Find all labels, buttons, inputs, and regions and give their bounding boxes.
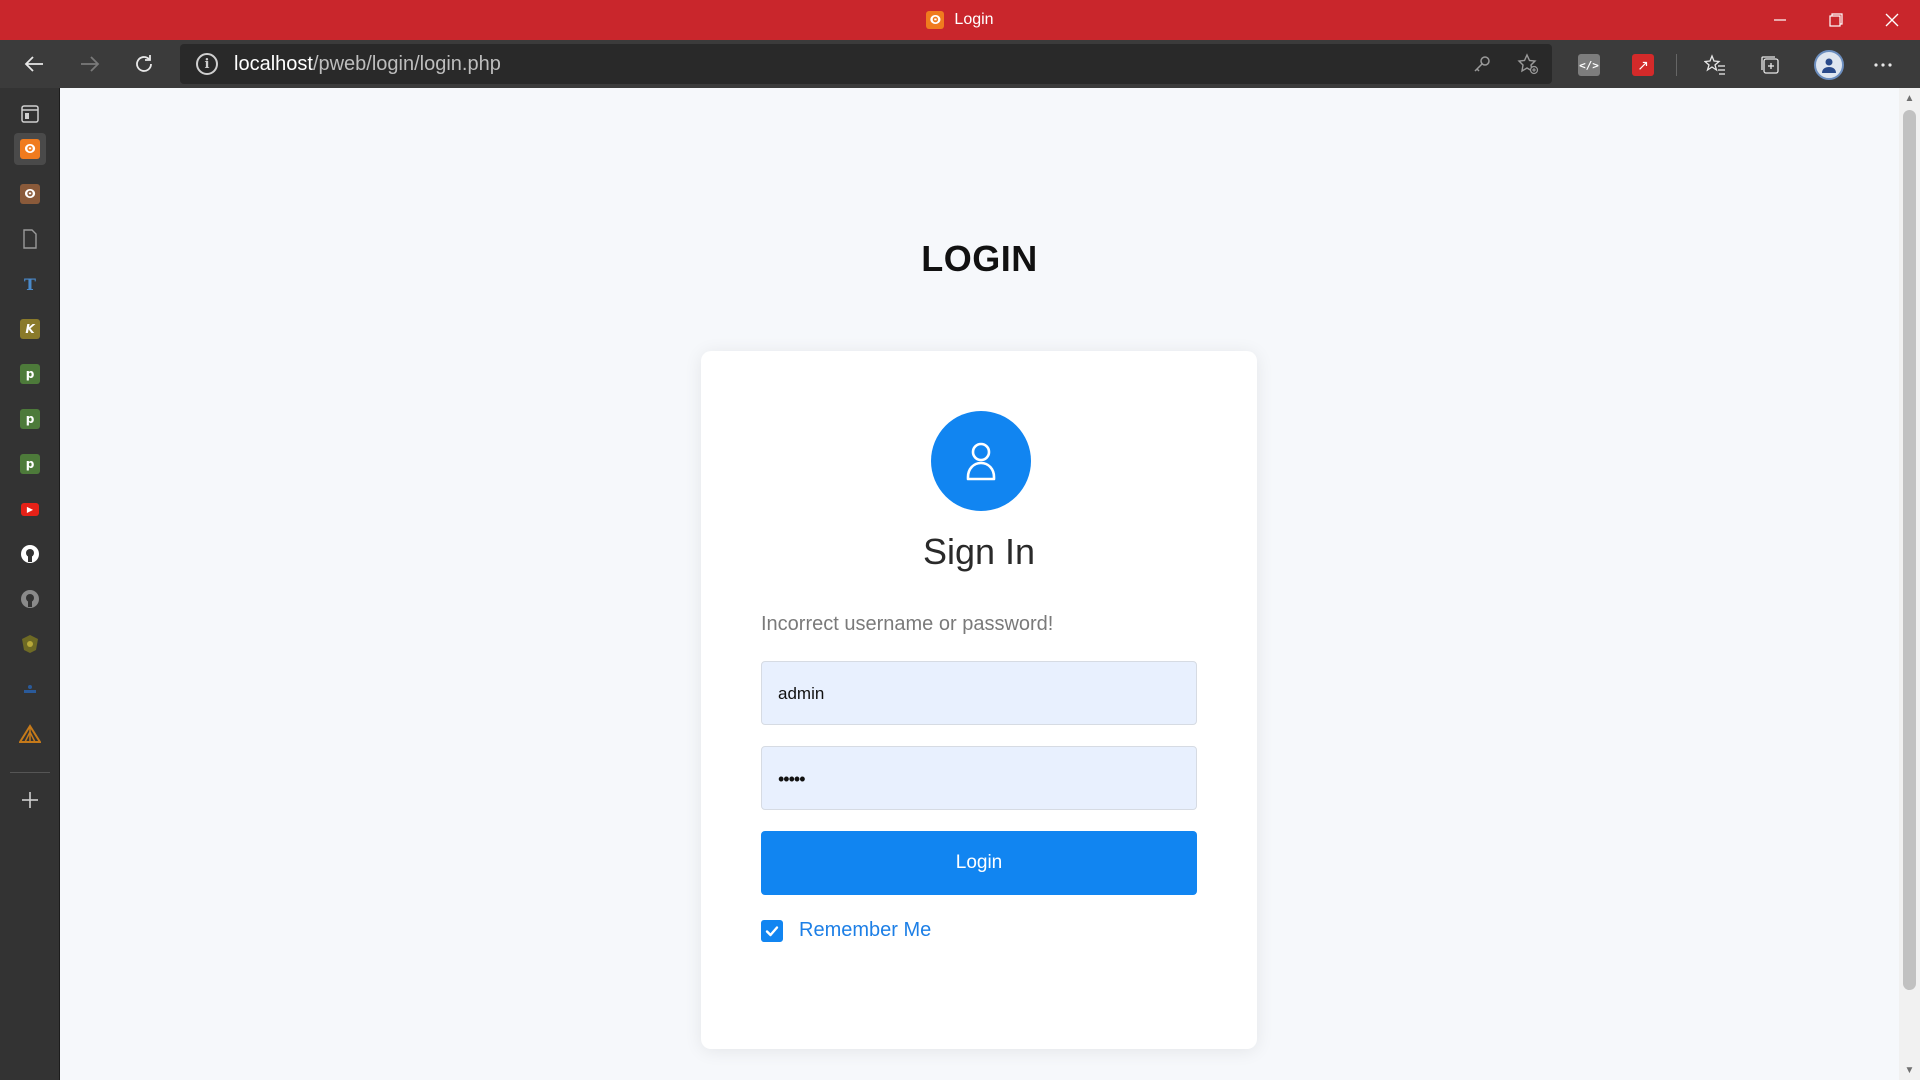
- xampp-icon: ⵙ: [20, 139, 40, 159]
- scrollbar-thumb[interactable]: [1903, 110, 1916, 990]
- sidebar-tab-tent[interactable]: [14, 718, 46, 750]
- red-arrow-extension-icon[interactable]: ↗: [1632, 54, 1654, 76]
- minimize-icon: [1774, 19, 1786, 21]
- window-title: Login: [954, 11, 994, 28]
- minimize-button[interactable]: [1752, 0, 1808, 40]
- reload-button[interactable]: [126, 46, 162, 82]
- password-input[interactable]: •••••: [761, 746, 1197, 810]
- key-icon[interactable]: [1470, 52, 1494, 76]
- url-text[interactable]: localhost/pweb/login/login.php: [234, 53, 501, 76]
- error-message: Incorrect username or password!: [761, 613, 1054, 635]
- remember-me-checkbox[interactable]: [761, 919, 783, 942]
- devtools-extension-icon[interactable]: </>: [1578, 54, 1600, 76]
- tent-icon: [19, 724, 41, 743]
- checkmark-icon: [765, 925, 779, 936]
- green-site-icon: p: [20, 409, 40, 429]
- scroll-down-arrow-icon[interactable]: ▼: [1899, 1062, 1920, 1078]
- youtube-icon: ▶: [21, 502, 39, 516]
- sidebar-tab-shield[interactable]: [14, 628, 46, 660]
- login-button[interactable]: Login: [761, 831, 1197, 895]
- restore-icon: [1829, 13, 1843, 27]
- t-site-icon: T: [24, 274, 36, 294]
- new-tab-button[interactable]: [14, 784, 46, 816]
- sidebar-tab-xampp[interactable]: ⵙ: [14, 178, 46, 210]
- page-scrollbar[interactable]: ▲ ▼: [1899, 88, 1920, 1080]
- blue-site-icon: [24, 685, 36, 693]
- sidebar-tab-github[interactable]: [14, 538, 46, 570]
- login-card: Sign In Incorrect username or password! …: [701, 351, 1257, 1049]
- remember-me-label[interactable]: Remember Me: [799, 919, 931, 942]
- sidebar-tab-green-1[interactable]: p: [14, 358, 46, 390]
- window-titlebar: ⵙ Login: [0, 0, 1920, 40]
- xampp-favicon-icon: ⵙ: [926, 11, 945, 29]
- url-path: /pweb/login/login.php: [312, 52, 501, 75]
- restore-button[interactable]: [1808, 0, 1864, 40]
- sidebar-tab-document[interactable]: [14, 223, 46, 255]
- k-site-icon: K: [20, 319, 40, 339]
- xampp-icon: ⵙ: [20, 184, 40, 204]
- sidebar-tab-t-site[interactable]: T: [14, 268, 46, 300]
- tab-actions-icon: [21, 105, 39, 123]
- sidebar-tab-github-2[interactable]: [14, 583, 46, 615]
- window-title-group: ⵙ Login: [0, 0, 1920, 40]
- sign-in-title: Sign In: [922, 531, 1036, 572]
- sidebar-tab-youtube[interactable]: ▶: [14, 493, 46, 525]
- tab-actions-button[interactable]: [14, 98, 46, 130]
- profile-avatar[interactable]: [1814, 50, 1844, 80]
- site-info-icon[interactable]: i: [196, 53, 218, 75]
- more-menu-icon[interactable]: [1870, 52, 1896, 78]
- sidebar-divider: [10, 772, 50, 773]
- person-icon: [1822, 58, 1836, 73]
- sidebar-tab-xampp-active[interactable]: ⵙ: [14, 133, 46, 165]
- sidebar-tab-green-3[interactable]: p: [14, 448, 46, 480]
- url-host: localhost: [234, 52, 313, 75]
- username-input[interactable]: admin: [761, 661, 1197, 725]
- page-content: LOGIN Sign In Incorrect username or pass…: [60, 88, 1899, 1080]
- sidebar-tab-k-site[interactable]: K: [14, 313, 46, 345]
- address-bar[interactable]: i localhost/pweb/login/login.php: [180, 44, 1552, 84]
- browser-toolbar: i localhost/pweb/login/login.php </> ↗: [0, 40, 1920, 88]
- favorites-icon[interactable]: [1702, 52, 1728, 78]
- forward-button[interactable]: [72, 46, 108, 82]
- plus-icon: [22, 792, 38, 808]
- back-arrow-icon: [24, 56, 43, 72]
- close-icon: [1885, 13, 1899, 27]
- user-icon: [966, 442, 996, 481]
- github-icon: [21, 590, 39, 608]
- collections-icon[interactable]: [1757, 52, 1783, 78]
- user-avatar-circle: [931, 411, 1031, 511]
- sidebar-tab-blue-site[interactable]: [14, 673, 46, 705]
- close-button[interactable]: [1864, 0, 1920, 40]
- green-site-icon: p: [20, 364, 40, 384]
- forward-arrow-icon: [81, 56, 100, 72]
- page-heading: LOGIN: [921, 238, 1038, 279]
- back-button[interactable]: [16, 46, 52, 82]
- green-site-icon: p: [20, 454, 40, 474]
- reload-icon: [136, 55, 152, 72]
- shield-icon: [22, 635, 38, 653]
- add-favorite-icon[interactable]: [1516, 52, 1540, 76]
- toolbar-separator: [1676, 54, 1677, 76]
- username-value: admin: [778, 684, 825, 703]
- remember-me-row[interactable]: Remember Me: [761, 919, 931, 942]
- github-icon: [21, 545, 39, 563]
- scroll-up-arrow-icon[interactable]: ▲: [1899, 90, 1920, 106]
- vertical-tabs-sidebar: ⵙ ⵙ T K p p p ▶: [0, 88, 60, 1080]
- password-value: •••••: [778, 768, 805, 789]
- document-icon: [23, 229, 37, 249]
- sidebar-tab-green-2[interactable]: p: [14, 403, 46, 435]
